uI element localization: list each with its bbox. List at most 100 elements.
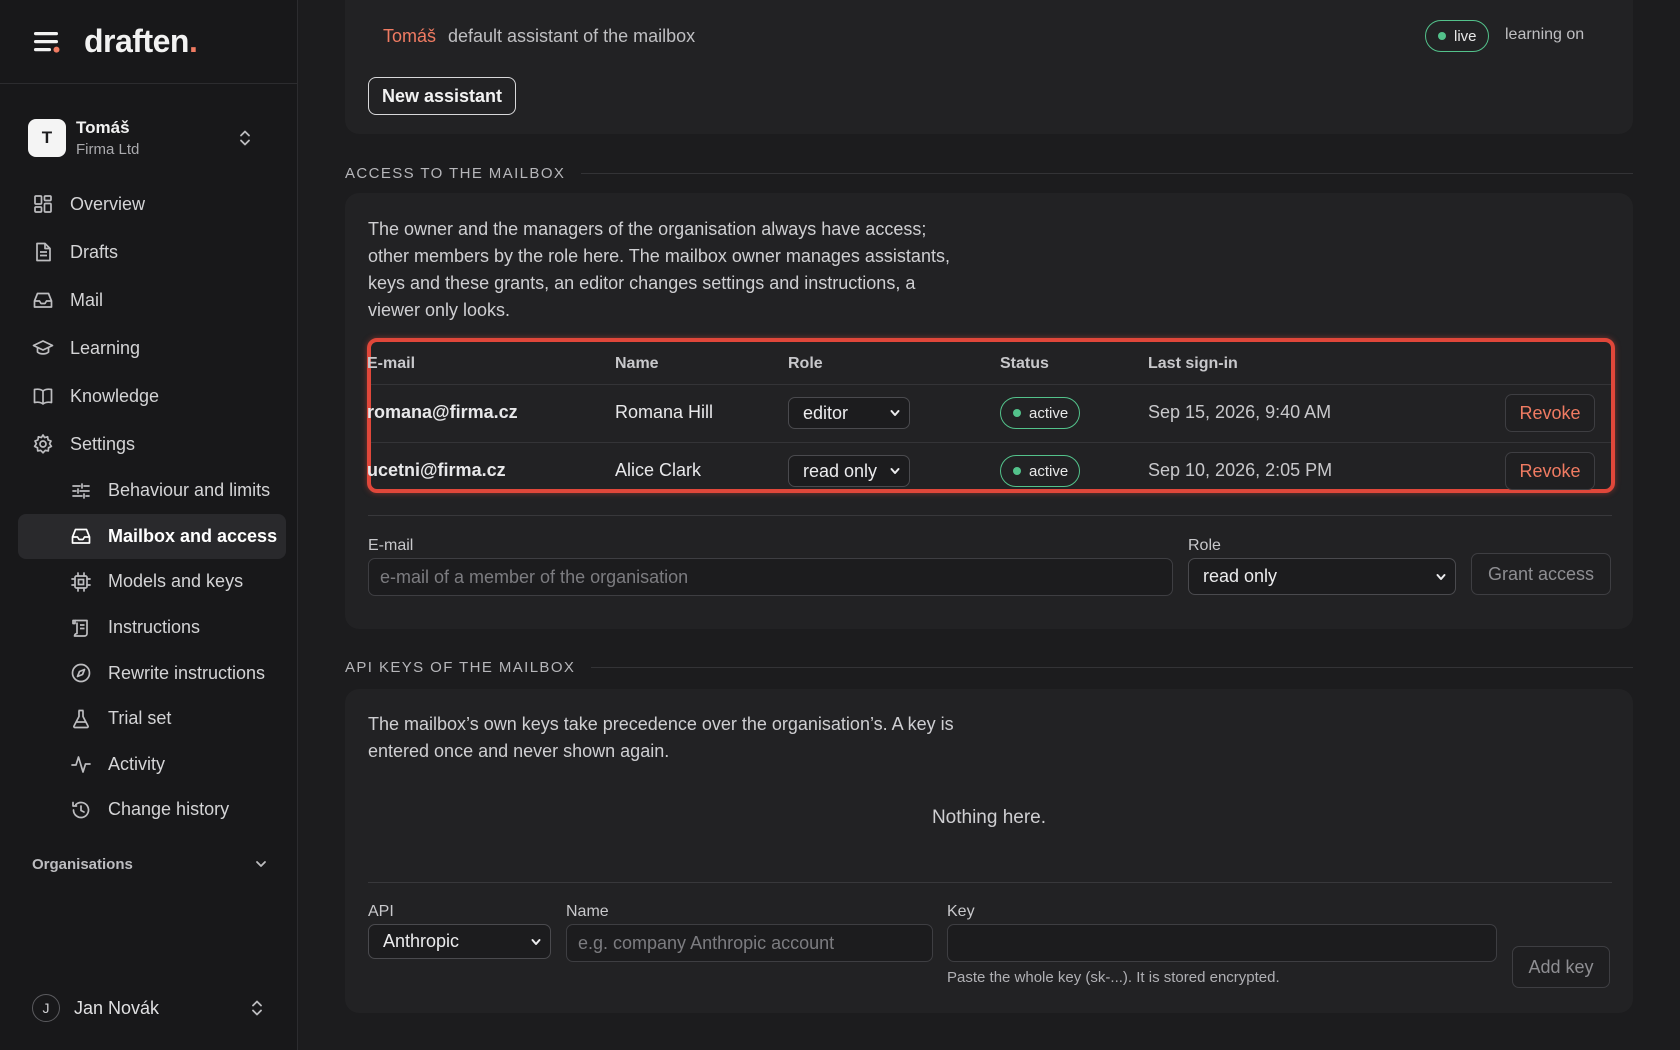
nav-label: Settings <box>70 433 136 454</box>
assistant-description: default assistant of the mailbox <box>448 26 696 46</box>
nav-label: Mail <box>70 289 104 310</box>
name-placeholder: e.g. company Anthropic account <box>578 932 835 953</box>
row-last-sign-in: Sep 15, 2026, 9:40 AM <box>1148 402 1332 422</box>
column-header: Name <box>615 355 659 372</box>
nav-label: Knowledge <box>70 385 160 406</box>
column-header: Last sign-in <box>1148 355 1238 372</box>
api-select-value: Anthropic <box>383 931 460 951</box>
access-description: The owner and the managers of the organi… <box>368 219 950 320</box>
account-name: Tomáš <box>76 118 130 137</box>
revoke-button[interactable]: Revoke <box>1505 394 1595 432</box>
grant-role-select[interactable]: read only <box>1188 558 1456 595</box>
organisations-label: Organisations <box>32 855 133 873</box>
access-card: The owner and the managers of the organi… <box>345 193 1633 629</box>
brand-bar: draften. <box>0 0 297 84</box>
section-title-text: ACCESS TO THE MAILBOX <box>345 164 566 182</box>
role-select[interactable]: read only <box>788 455 910 487</box>
nav-sub-models-keys[interactable]: Models and keys <box>18 559 286 605</box>
compass-icon <box>71 663 91 683</box>
nav-sub-mailbox-access[interactable]: Mailbox and access <box>18 513 286 560</box>
account-org: Firma Ltd <box>76 141 140 158</box>
row-name: Romana Hill <box>615 402 714 422</box>
nav-label: Overview <box>70 193 146 214</box>
column-header: Role <box>788 355 823 372</box>
nav-item-knowledge[interactable]: Knowledge <box>18 372 286 420</box>
account-avatar: T <box>28 119 66 157</box>
account-switcher[interactable]: T Tomáš Firma Ltd <box>16 106 282 170</box>
nav-item-settings[interactable]: Settings <box>18 420 286 468</box>
section-title-access: ACCESS TO THE MAILBOX <box>345 163 1633 183</box>
new-assistant-button[interactable]: New assistant <box>368 77 516 115</box>
column-header: E-mail <box>367 355 416 372</box>
chevron-down-icon <box>890 410 900 416</box>
row-name: Alice Clark <box>615 460 702 480</box>
role-select-value: read only <box>1203 566 1278 586</box>
status-dot <box>1013 409 1021 417</box>
key-name-input[interactable]: e.g. company Anthropic account <box>566 924 933 962</box>
status-text: active <box>1029 404 1069 422</box>
role-select-value: read only <box>803 460 878 481</box>
email-field-label: E-mail <box>368 537 414 554</box>
nav-sub-rewrite[interactable]: Rewrite instructions <box>18 650 286 696</box>
user-menu[interactable]: J Jan Novák <box>32 992 268 1024</box>
api-field-label: API <box>368 903 394 920</box>
nav-sub-change-history[interactable]: Change history <box>18 787 286 833</box>
chevron-up-down-icon <box>240 130 250 146</box>
grant-email-input[interactable]: e-mail of a member of the organisation <box>368 558 1173 596</box>
sidebar: draften. T Tomáš Firma Ltd Overview Draf… <box>0 0 298 1050</box>
menu-icon[interactable] <box>32 29 62 55</box>
status-badge: active <box>1000 455 1081 487</box>
keys-description: The mailbox’s own keys take precedence o… <box>368 714 954 761</box>
history-icon <box>72 801 90 819</box>
nav-item-drafts[interactable]: Drafts <box>18 228 286 276</box>
form-divider <box>368 882 1612 883</box>
column-header: Status <box>1000 355 1049 372</box>
form-divider <box>368 515 1612 516</box>
api-provider-select[interactable]: Anthropic <box>368 924 551 959</box>
chevron-down-icon <box>256 861 266 867</box>
user-avatar: J <box>32 994 60 1022</box>
chevron-up-down-icon <box>252 1000 262 1016</box>
graduation-cap-icon <box>32 340 54 355</box>
revoke-button[interactable]: Revoke <box>1505 452 1595 490</box>
name-field-label: Name <box>566 903 609 920</box>
nav-label: Instructions <box>108 617 201 638</box>
status-text: live <box>1454 27 1477 45</box>
nav-sub-instructions[interactable]: Instructions <box>18 605 286 651</box>
access-table: E-mail Name Role Status Last sign-in rom… <box>367 338 1615 493</box>
assistant-card: Tomáš default assistant of the mailbox l… <box>345 0 1633 134</box>
chevron-down-icon <box>1436 573 1446 580</box>
empty-state: Nothing here. <box>931 807 1047 828</box>
nav-sub-behaviour[interactable]: Behaviour and limits <box>18 468 286 514</box>
row-divider <box>371 384 1611 385</box>
inbox-icon <box>71 529 91 545</box>
grant-access-button[interactable]: Grant access <box>1471 553 1611 595</box>
nav-label: Learning <box>70 337 141 358</box>
add-key-button[interactable]: Add key <box>1512 946 1610 988</box>
sliders-icon <box>72 482 90 499</box>
nav-sub-trial-set[interactable]: Trial set <box>18 696 286 742</box>
role-select[interactable]: editor <box>788 397 910 429</box>
chevron-down-icon <box>531 938 541 945</box>
book-icon <box>33 388 53 405</box>
organisations-toggle[interactable]: Organisations <box>32 850 268 878</box>
nav-label: Activity <box>108 753 166 774</box>
brand-logo[interactable]: draften. <box>84 23 198 60</box>
nav-label: Behaviour and limits <box>108 480 271 501</box>
row-divider <box>371 442 1611 443</box>
pulse-icon <box>71 756 91 774</box>
nav-item-overview[interactable]: Overview <box>18 180 286 228</box>
chip-icon <box>71 572 91 592</box>
api-key-input[interactable] <box>947 924 1497 962</box>
role-select-value: editor <box>803 402 849 423</box>
status-badge: active <box>1000 397 1081 429</box>
flask-icon <box>73 709 89 729</box>
user-name: Jan Novák <box>74 997 160 1018</box>
nav-item-learning[interactable]: Learning <box>18 324 286 372</box>
nav-item-mail[interactable]: Mail <box>18 276 286 324</box>
nav-label: Rewrite instructions <box>108 662 266 683</box>
nav-sub-activity[interactable]: Activity <box>18 742 286 788</box>
assistant-name[interactable]: Tomáš <box>383 26 436 47</box>
gear-icon <box>33 434 53 454</box>
email-placeholder: e-mail of a member of the organisation <box>380 566 689 587</box>
